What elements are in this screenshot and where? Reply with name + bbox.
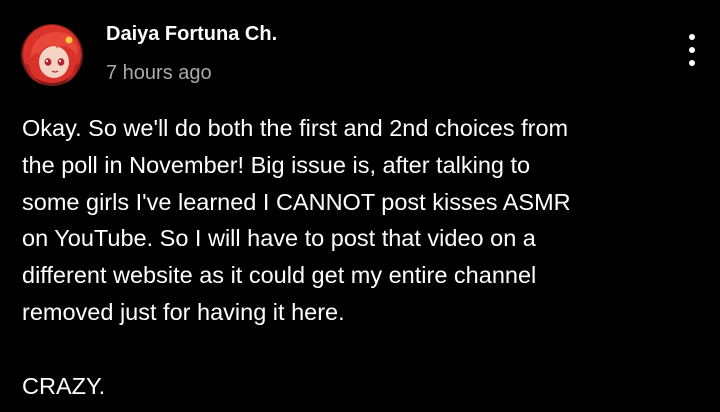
post-body-line: on YouTube. So I will have to post that … <box>22 225 536 252</box>
community-post: Daiya Fortuna Ch. 7 hours ago Okay. So w… <box>0 0 720 412</box>
post-body: Okay. So we'll do both the first and 2nd… <box>22 110 702 404</box>
post-closing-line: CRAZY. <box>22 372 106 399</box>
avatar-image <box>21 24 83 86</box>
post-timestamp: 7 hours ago <box>106 62 212 84</box>
post-body-line: removed just for having it here. <box>22 298 345 325</box>
more-vertical-icon[interactable] <box>680 34 704 68</box>
menu-dot <box>689 34 695 40</box>
post-body-line: the poll in November! Big issue is, afte… <box>22 151 531 178</box>
post-body-line: some girls I've learned I CANNOT post ki… <box>22 188 571 215</box>
post-body-line: Okay. So we'll do both the first and 2nd… <box>22 115 569 141</box>
menu-dot <box>689 47 695 53</box>
post-body-line: different website as it could get my ent… <box>22 262 537 289</box>
menu-dot <box>689 60 695 66</box>
author-avatar[interactable] <box>21 24 83 86</box>
author-name[interactable]: Daiya Fortuna Ch. <box>106 22 277 46</box>
